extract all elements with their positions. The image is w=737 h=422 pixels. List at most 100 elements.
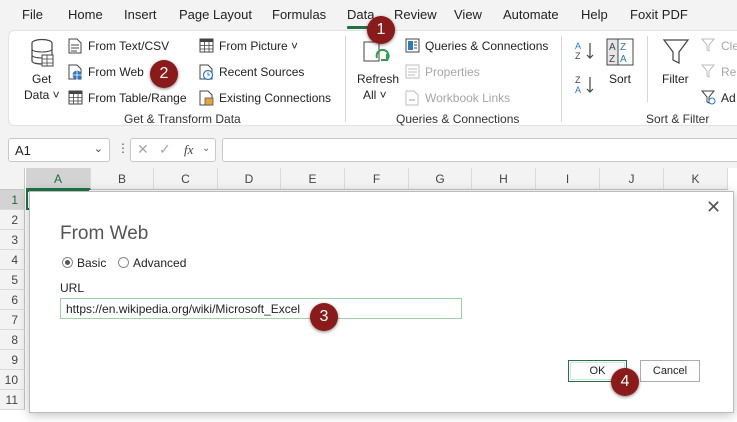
get-data-button[interactable]: Get Data ˅ [22, 36, 62, 106]
menu-formulas[interactable]: Formulas [272, 7, 326, 22]
recent-sources-icon [199, 64, 214, 80]
from-table-range-button[interactable]: From Table/Range [68, 89, 188, 107]
row-header-5[interactable]: 5 [0, 270, 25, 290]
sort-az-icon: A Z [575, 41, 594, 61]
from-text-csv-label: From Text/CSV [88, 39, 170, 53]
filter-label: Filter [662, 72, 689, 86]
row-header-9[interactable]: 9 [0, 350, 25, 370]
column-header-i[interactable]: I [536, 168, 600, 190]
advanced-radio-label[interactable]: Advanced [133, 256, 186, 270]
dialog-title: From Web [60, 223, 149, 244]
sort-descending-button[interactable]: Z A [574, 74, 596, 96]
existing-connections-label: Existing Connections [219, 91, 332, 105]
recent-sources-button[interactable]: Recent Sources [199, 63, 304, 81]
picture-table-icon [199, 38, 214, 53]
formula-input[interactable] [222, 138, 737, 162]
reapply-icon [701, 64, 716, 78]
formula-bar: A1 ⌄ ⋮ ✕ ✓ fx ⌄ [0, 130, 737, 168]
sort-ascending-button[interactable]: A Z [574, 40, 596, 62]
name-box-value: A1 [15, 143, 31, 158]
workbook-links-button[interactable]: Workbook Links [405, 89, 555, 107]
column-header-j[interactable]: J [600, 168, 664, 190]
menu-help[interactable]: Help [581, 7, 608, 22]
svg-text:Z: Z [575, 51, 581, 61]
advanced-filter-label: Ad [721, 91, 736, 105]
column-header-a[interactable]: A [26, 168, 91, 190]
reapply-label: Re [721, 65, 737, 79]
row-header-7[interactable]: 7 [0, 310, 25, 330]
workbook-links-label: Workbook Links [425, 91, 511, 105]
cancel-button[interactable]: Cancel [640, 360, 700, 382]
svg-text:Z: Z [609, 54, 615, 65]
select-all-corner[interactable] [0, 168, 25, 190]
column-header-k[interactable]: K [664, 168, 728, 190]
advanced-filter-icon [701, 90, 716, 105]
sort-button[interactable]: Z A A Z Sort [604, 36, 638, 94]
properties-label: Properties [425, 65, 480, 79]
step-callout-4: 4 [611, 368, 639, 396]
filter-button[interactable]: Filter [659, 36, 693, 94]
sort-za-icon: Z A [575, 75, 594, 95]
queries-connections-label: Queries & Connections [425, 39, 549, 53]
url-input[interactable] [60, 298, 462, 319]
row-header-10[interactable]: 10 [0, 370, 25, 390]
advanced-filter-button[interactable]: Ad [701, 89, 737, 107]
svg-text:A: A [620, 54, 627, 65]
menu-file[interactable]: File [22, 7, 43, 22]
queries-connections-button[interactable]: Queries & Connections [405, 37, 555, 55]
menu-page-layout[interactable]: Page Layout [179, 7, 252, 22]
chevron-down-icon[interactable]: ⌄ [202, 143, 210, 154]
row-header-8[interactable]: 8 [0, 330, 25, 350]
column-header-e[interactable]: E [281, 168, 345, 190]
column-header-f[interactable]: F [345, 168, 409, 190]
svg-text:A: A [609, 42, 616, 53]
row-header-6[interactable]: 6 [0, 290, 25, 310]
row-header-11[interactable]: 11 [0, 390, 25, 410]
properties-button[interactable]: Properties [405, 63, 555, 81]
basic-radio[interactable] [62, 257, 73, 268]
row-header-1[interactable]: 1 [0, 190, 25, 210]
column-header-b[interactable]: B [91, 168, 154, 190]
svg-text:A: A [575, 85, 581, 95]
refresh-all-button[interactable]: Refresh All ˅ [353, 36, 399, 106]
svg-text:A: A [575, 41, 581, 51]
close-icon[interactable]: ✕ [706, 197, 721, 218]
url-label: URL [60, 281, 85, 295]
menu-foxit-pdf[interactable]: Foxit PDF [630, 7, 688, 22]
formula-buttons: ✕ ✓ fx ⌄ [130, 138, 216, 162]
sort-dialog-icon: Z A A Z [606, 38, 634, 66]
insert-function-icon[interactable]: fx [184, 142, 193, 158]
menu-automate[interactable]: Automate [503, 7, 559, 22]
menu-review[interactable]: Review [394, 7, 437, 22]
get-data-label-2: Data ˅ [24, 88, 60, 102]
ribbon-separator [345, 36, 346, 122]
group-label-get-transform: Get & Transform Data [124, 112, 241, 126]
clear-filter-label: Cle [721, 39, 737, 53]
reapply-button[interactable]: Re [701, 63, 737, 81]
menu-home[interactable]: Home [68, 7, 103, 22]
from-table-range-label: From Table/Range [88, 91, 187, 105]
from-web-button[interactable]: From Web [68, 63, 148, 81]
check-icon[interactable]: ✓ [159, 141, 171, 158]
row-header-2[interactable]: 2 [0, 210, 25, 230]
from-text-csv-button[interactable]: From Text/CSV [68, 37, 188, 55]
row-header-4[interactable]: 4 [0, 250, 25, 270]
group-label-sort-filter: Sort & Filter [646, 112, 710, 126]
column-header-h[interactable]: H [472, 168, 536, 190]
column-header-c[interactable]: C [154, 168, 218, 190]
name-box[interactable]: A1 ⌄ [8, 138, 110, 162]
column-header-d[interactable]: D [218, 168, 281, 190]
menu-view[interactable]: View [454, 7, 482, 22]
clear-filter-button[interactable]: Cle [701, 37, 737, 55]
more-options-icon[interactable]: ⋮ [117, 141, 129, 155]
queries-connections-icon [405, 38, 420, 53]
existing-connections-button[interactable]: Existing Connections [199, 89, 334, 107]
column-header-g[interactable]: G [409, 168, 472, 190]
menu-insert[interactable]: Insert [124, 7, 157, 22]
basic-radio-label[interactable]: Basic [77, 256, 106, 270]
row-header-3[interactable]: 3 [0, 230, 25, 250]
cancel-icon[interactable]: ✕ [137, 141, 149, 158]
chevron-down-icon[interactable]: ⌄ [94, 142, 103, 155]
advanced-radio[interactable] [118, 257, 129, 268]
from-picture-button[interactable]: From Picture ˅ [199, 37, 304, 55]
